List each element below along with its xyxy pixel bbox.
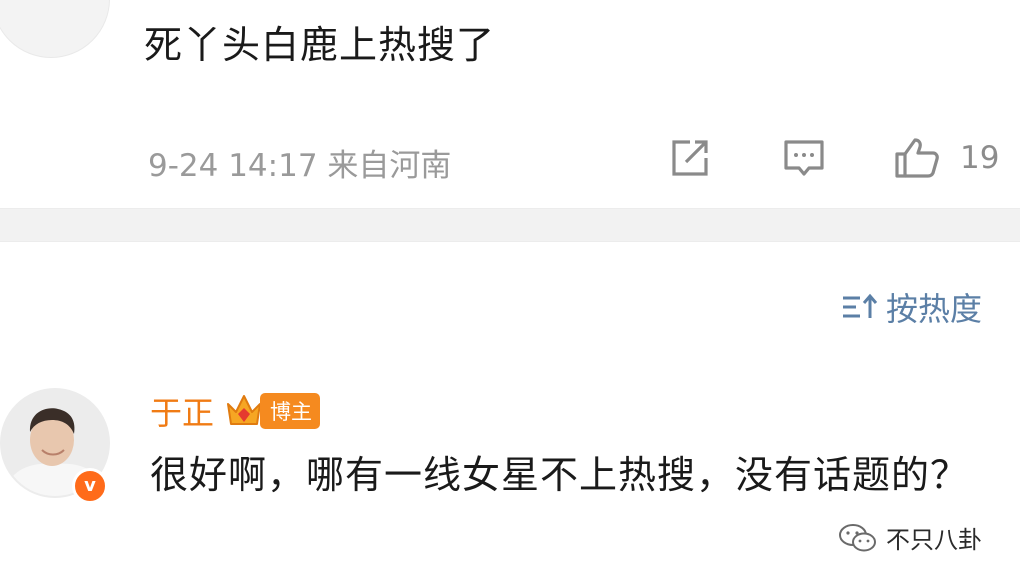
comment-meta: 9-24 14:17 来自河南 [148,148,452,184]
sort-button[interactable]: 按热度 [840,284,982,330]
author-badge: 博主 [260,393,321,429]
verified-badge: v [72,468,108,504]
comment-text: 死丫头白鹿上热搜了 [144,23,496,67]
watermark: 不只八卦 [838,520,982,555]
wechat-icon [839,523,876,551]
sort-label: 按热度 [886,290,983,328]
avatar[interactable] [0,0,110,58]
comment-icon [784,140,824,176]
like-button[interactable] [893,136,941,180]
share-button[interactable] [668,136,712,180]
watermark-text: 不只八卦 [886,526,982,554]
author-row: 于正 博主 [150,388,321,434]
crown-icon [227,395,262,425]
comment-text: 很好啊，哪有一线女星不上热搜，没有话题的？ [150,453,970,497]
like-icon [895,138,939,178]
like-count: 19 [960,140,1000,176]
sort-icon [843,293,878,318]
author-name[interactable]: 于正 [150,388,214,434]
share-icon [672,140,708,176]
comment-button[interactable] [782,136,826,180]
weibo-comment-screen: 死丫头白鹿上热搜了 9-24 14:17 来自河南 19 按热度 v 于正 博主… [0,0,1020,581]
section-divider [0,208,1020,242]
